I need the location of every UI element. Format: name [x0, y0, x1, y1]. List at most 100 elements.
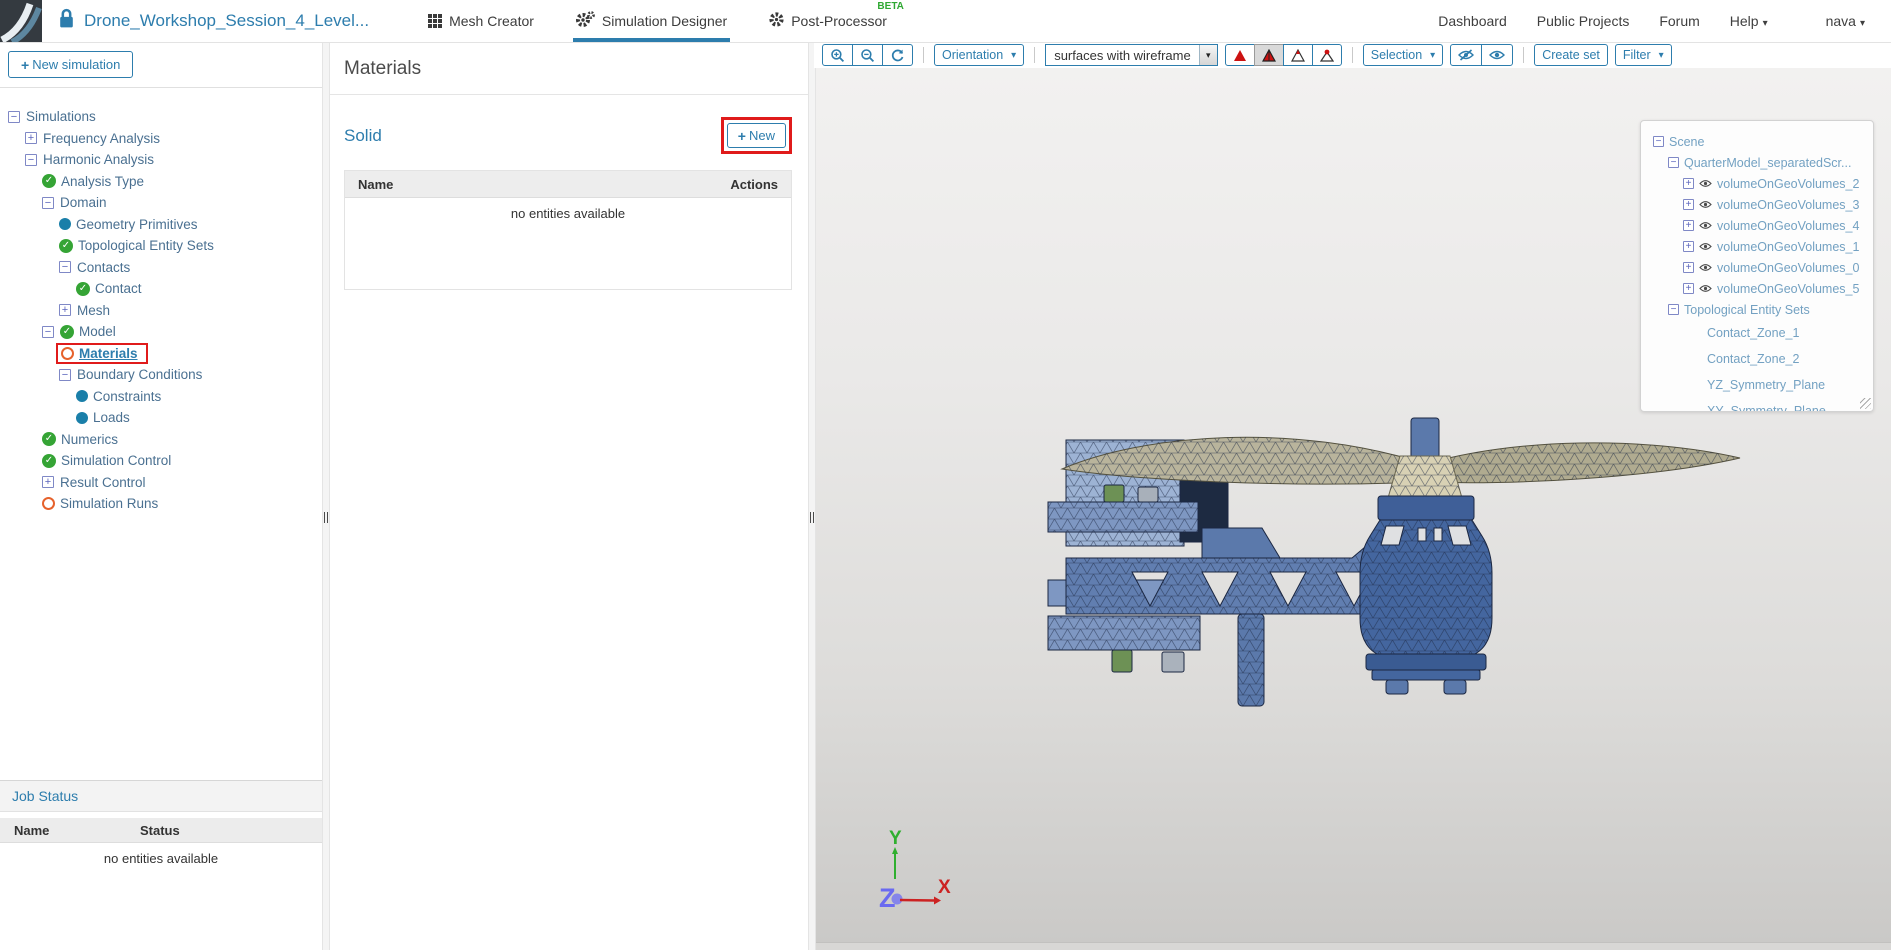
- status-check-icon: ✓: [42, 453, 56, 468]
- simscale-logo-icon[interactable]: [0, 0, 42, 45]
- scene-tree-item[interactable]: Contact_Zone_1: [1651, 320, 1873, 346]
- collapse-icon[interactable]: −: [25, 153, 37, 166]
- sim-tree-item[interactable]: + Result Control: [0, 472, 322, 494]
- new-material-button[interactable]: + New: [726, 123, 786, 148]
- collapse-icon[interactable]: −: [8, 110, 20, 123]
- filter-dropdown[interactable]: Filter ▾: [1614, 44, 1672, 66]
- expand-icon[interactable]: +: [1683, 178, 1694, 189]
- scene-tree-item[interactable]: XY_Symmetry_Plane: [1651, 398, 1873, 411]
- expand-icon[interactable]: +: [59, 304, 71, 317]
- scene-tree-item[interactable]: + volumeOnGeoVolumes_2: [1651, 173, 1873, 194]
- expand-icon[interactable]: +: [42, 476, 54, 489]
- tree-item-label: Topological Entity Sets: [1684, 302, 1810, 317]
- resize-handle-icon[interactable]: [1860, 398, 1871, 409]
- sim-tree-item[interactable]: Constraints: [0, 386, 322, 408]
- viewport-canvas[interactable]: Y Z X − Scene − QuarterModel_separatedScr..…: [814, 68, 1891, 943]
- expand-icon[interactable]: +: [1683, 199, 1694, 210]
- sim-tree-item[interactable]: Materials: [0, 342, 322, 365]
- show-selection-button[interactable]: [1481, 44, 1514, 66]
- expand-icon[interactable]: +: [1683, 283, 1694, 294]
- expand-icon[interactable]: +: [1683, 220, 1694, 231]
- scene-tree-item[interactable]: Contact_Zone_2: [1651, 346, 1873, 372]
- job-status-panel: Job Status Name Status no entities avail…: [0, 780, 322, 950]
- sim-tree-item[interactable]: − Harmonic Analysis: [0, 149, 322, 171]
- visibility-eye-icon[interactable]: [1699, 242, 1712, 251]
- collapse-icon[interactable]: −: [59, 261, 71, 274]
- sim-tree-item[interactable]: − Simulations: [0, 106, 322, 128]
- sim-tree-item[interactable]: − Boundary Conditions: [0, 364, 322, 386]
- scene-tree-item[interactable]: + volumeOnGeoVolumes_4: [1651, 215, 1873, 236]
- scene-tree-item[interactable]: − Topological Entity Sets: [1651, 299, 1873, 320]
- collapse-icon[interactable]: −: [42, 196, 54, 209]
- sim-tree-item[interactable]: ✓ Topological Entity Sets: [0, 235, 322, 257]
- nav-forum[interactable]: Forum: [1659, 13, 1699, 29]
- sim-tree-item[interactable]: Geometry Primitives: [0, 214, 322, 236]
- tree-item-label: Loads: [93, 410, 130, 426]
- new-simulation-button[interactable]: + New simulation: [8, 51, 134, 78]
- visibility-eye-icon[interactable]: [1699, 179, 1712, 188]
- expand-icon[interactable]: +: [1683, 241, 1694, 252]
- expand-icon[interactable]: +: [25, 132, 37, 145]
- toolbar-divider: [1034, 47, 1036, 63]
- status-orange-icon: [61, 346, 74, 360]
- tutorial-highlight-box: Materials: [56, 342, 148, 364]
- app-mode-tabs: Mesh Creator Simulation Designer Post-Pr…: [425, 0, 904, 42]
- visibility-eye-icon[interactable]: [1699, 284, 1712, 293]
- selection-dropdown[interactable]: Selection ▾: [1362, 44, 1444, 66]
- sim-tree-item[interactable]: Simulation Runs: [0, 493, 322, 515]
- scene-tree-item[interactable]: + volumeOnGeoVolumes_5: [1651, 278, 1873, 299]
- scene-tree-item[interactable]: − QuarterModel_separatedScr...: [1651, 152, 1873, 173]
- collapse-icon[interactable]: −: [1668, 157, 1679, 168]
- reset-view-button[interactable]: [882, 44, 913, 66]
- simulation-tree: − Simulations + Frequency Analysis − Harmonic…: [0, 100, 322, 780]
- sim-tree-item[interactable]: − ✓ Model: [0, 321, 322, 343]
- create-set-button[interactable]: Create set: [1534, 44, 1608, 66]
- sim-tree-item[interactable]: − Contacts: [0, 257, 322, 279]
- render-shaded-cone-button[interactable]: [1253, 44, 1284, 66]
- display-mode-select[interactable]: surfaces with wireframe ▾: [1045, 44, 1218, 66]
- render-solid-cone-button[interactable]: [1224, 44, 1255, 66]
- visibility-eye-icon[interactable]: [1699, 263, 1712, 272]
- collapse-icon[interactable]: −: [1653, 136, 1664, 147]
- visibility-eye-icon[interactable]: [1699, 200, 1712, 209]
- sim-tree-item[interactable]: ✓ Simulation Control: [0, 450, 322, 472]
- sim-tree-item[interactable]: ✓ Analysis Type: [0, 171, 322, 193]
- orientation-dropdown[interactable]: Orientation ▾: [934, 44, 1025, 66]
- column-name: Name: [14, 822, 50, 838]
- sim-tree-item[interactable]: ✓ Contact: [0, 278, 322, 300]
- zoom-in-button[interactable]: [822, 44, 853, 66]
- panel-splitter[interactable]: [322, 42, 330, 950]
- scene-tree-item[interactable]: + volumeOnGeoVolumes_0: [1651, 257, 1873, 278]
- nav-public-projects[interactable]: Public Projects: [1537, 13, 1630, 29]
- scene-tree-item[interactable]: + volumeOnGeoVolumes_1: [1651, 236, 1873, 257]
- scene-tree-item[interactable]: − Scene: [1651, 131, 1873, 152]
- help-menu[interactable]: Help ▾: [1730, 13, 1768, 29]
- project-title[interactable]: Drone_Workshop_Session_4_Level...: [84, 11, 369, 31]
- tab-mesh-creator[interactable]: Mesh Creator: [425, 0, 537, 42]
- collapse-icon[interactable]: −: [42, 325, 54, 338]
- render-points-cone-button[interactable]: [1311, 44, 1342, 66]
- tab-post-processor[interactable]: Post-Processor BETA: [766, 0, 904, 42]
- sim-tree-item[interactable]: ✓ Numerics: [0, 429, 322, 451]
- sim-tree-item[interactable]: − Domain: [0, 192, 322, 214]
- status-check-icon: ✓: [42, 174, 56, 189]
- nav-dashboard[interactable]: Dashboard: [1438, 13, 1507, 29]
- sim-tree-item[interactable]: + Frequency Analysis: [0, 128, 322, 150]
- horizontal-scrollbar[interactable]: [814, 942, 1891, 950]
- caret-down-icon: ▾: [1430, 49, 1436, 61]
- zoom-out-button[interactable]: [852, 44, 883, 66]
- expand-icon[interactable]: +: [1683, 262, 1694, 273]
- collapse-icon[interactable]: −: [1668, 304, 1679, 315]
- tree-item-label: Contact_Zone_2: [1707, 352, 1800, 366]
- scene-tree-item[interactable]: + volumeOnGeoVolumes_3: [1651, 194, 1873, 215]
- user-menu[interactable]: nava ▾: [1826, 13, 1865, 29]
- visibility-eye-icon[interactable]: [1699, 221, 1712, 230]
- render-wireframe-cone-button[interactable]: [1282, 44, 1313, 66]
- tab-simulation-designer[interactable]: Simulation Designer: [572, 0, 731, 42]
- hide-selection-button[interactable]: [1450, 44, 1483, 66]
- scene-tree-item[interactable]: YZ_Symmetry_Plane: [1651, 372, 1873, 398]
- panel-splitter[interactable]: [808, 42, 816, 950]
- sim-tree-item[interactable]: + Mesh: [0, 300, 322, 322]
- sim-tree-item[interactable]: Loads: [0, 407, 322, 429]
- collapse-icon[interactable]: −: [59, 368, 71, 381]
